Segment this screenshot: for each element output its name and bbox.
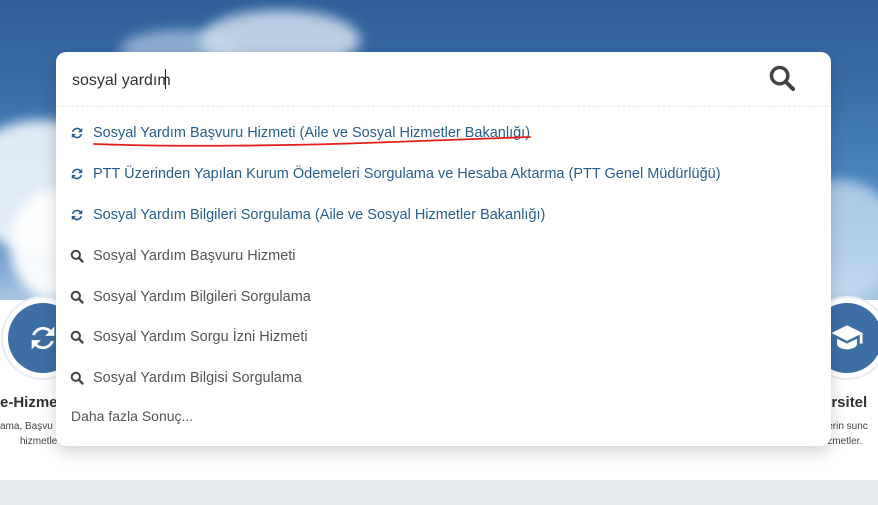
search-icon [70, 248, 90, 264]
left-card-desc-2: hizmetle [20, 436, 58, 447]
suggestion-label: PTT Üzerinden Yapılan Kurum Ödemeleri So… [93, 166, 721, 182]
footer-band [0, 480, 878, 505]
refresh-icon [70, 125, 90, 141]
suggestion-service[interactable]: PTT Üzerinden Yapılan Kurum Ödemeleri So… [70, 160, 721, 188]
search-icon [70, 329, 90, 345]
right-card-desc-1: lerin sunc [825, 421, 868, 432]
suggestion-label: Sosyal Yardım Başvuru Hizmeti (Aile ve S… [93, 125, 531, 141]
suggestion-query[interactable]: Sosyal Yardım Sorgu İzni Hizmeti [70, 323, 308, 351]
search-autocomplete-panel: Sosyal Yardım Başvuru Hizmeti (Aile ve S… [56, 52, 831, 446]
suggestion-label: Sosyal Yardım Sorgu İzni Hizmeti [93, 329, 308, 345]
suggestion-query[interactable]: Sosyal Yardım Bilgisi Sorgulama [70, 364, 302, 392]
search-input[interactable] [70, 67, 724, 95]
suggestion-query[interactable]: Sosyal Yardım Başvuru Hizmeti [70, 242, 296, 270]
search-icon [769, 65, 796, 92]
suggestion-label: Sosyal Yardım Bilgisi Sorgulama [93, 370, 302, 386]
search-button[interactable] [768, 64, 802, 96]
suggestion-service[interactable]: Sosyal Yardım Başvuru Hizmeti (Aile ve S… [70, 119, 530, 147]
suggestion-label: Sosyal Yardım Bilgileri Sorgulama [93, 289, 311, 305]
suggestion-service[interactable]: Sosyal Yardım Bilgileri Sorgulama (Aile … [70, 201, 545, 229]
text-caret [165, 69, 166, 89]
search-icon [70, 289, 90, 305]
refresh-icon [70, 166, 90, 182]
suggestion-label: Sosyal Yardım Bilgileri Sorgulama (Aile … [93, 207, 546, 223]
refresh-icon [70, 207, 90, 223]
more-results-link[interactable]: Daha fazla Sonuç... [71, 408, 193, 424]
left-card-title[interactable]: e-Hizme [0, 394, 58, 411]
search-icon [70, 370, 90, 386]
suggestion-label: Sosyal Yardım Başvuru Hizmeti [93, 248, 296, 264]
search-bar [56, 52, 831, 107]
suggestion-query[interactable]: Sosyal Yardım Bilgileri Sorgulama [70, 283, 311, 311]
left-card-desc-1: ama, Başvu [0, 421, 53, 432]
